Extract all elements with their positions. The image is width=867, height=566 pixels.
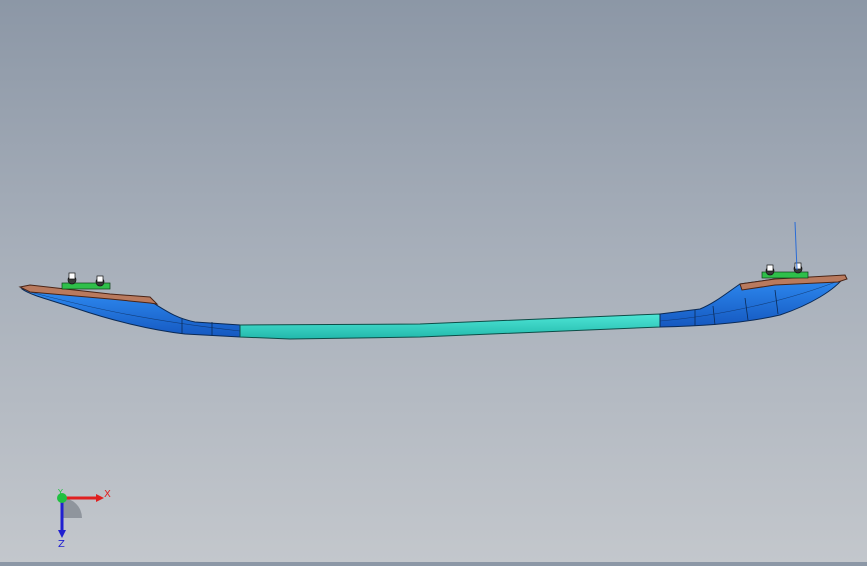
model-canvas[interactable] — [0, 0, 867, 562]
x-axis-label: X — [104, 489, 111, 500]
z-axis-label: Z — [58, 539, 65, 550]
beam-center-section — [239, 313, 661, 340]
left-fasteners — [61, 272, 111, 290]
coordinate-triad-icon: X Y Z — [40, 480, 120, 550]
bumper-beam[interactable] — [20, 275, 847, 340]
y-axis-label: Y — [57, 488, 63, 497]
3d-viewport[interactable]: X Y Z — [0, 0, 867, 562]
right-fasteners — [761, 262, 809, 279]
right-mounting-bracket[interactable] — [739, 221, 848, 291]
